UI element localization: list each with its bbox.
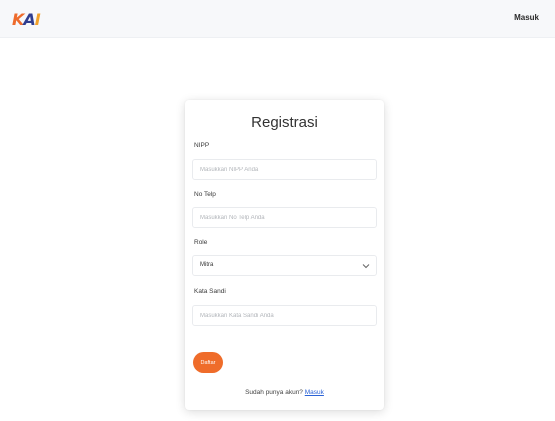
role-label: Role: [194, 239, 208, 246]
login-prompt-text: Sudah punya akun?: [245, 389, 303, 396]
password-label: Kata Sandi: [194, 288, 226, 295]
brand-logo[interactable]: K A I: [12, 9, 41, 29]
logo-letter-a: A: [23, 9, 35, 29]
nav-login-link[interactable]: Masuk: [514, 13, 539, 22]
phone-input[interactable]: [192, 207, 377, 228]
login-link[interactable]: Masuk: [305, 389, 324, 396]
role-selected-value: Mitra: [200, 262, 214, 268]
password-input[interactable]: [192, 305, 377, 326]
page-title: Registrasi: [251, 114, 318, 131]
logo-letter-k: K: [12, 9, 24, 29]
login-prompt: Sudah punya akun? Masuk: [185, 389, 384, 396]
nipp-input[interactable]: [192, 159, 377, 180]
nipp-label: NIPP: [194, 142, 210, 149]
phone-label: No Telp: [194, 191, 216, 198]
register-button[interactable]: Daftar: [193, 352, 223, 373]
registration-card: Registrasi NIPP No Telp Role Mitra Kata …: [185, 100, 384, 410]
role-select[interactable]: Mitra: [192, 255, 377, 276]
chevron-down-icon: [362, 264, 370, 269]
logo-letter-i: I: [34, 9, 41, 29]
top-navbar: K A I Masuk: [0, 0, 555, 38]
